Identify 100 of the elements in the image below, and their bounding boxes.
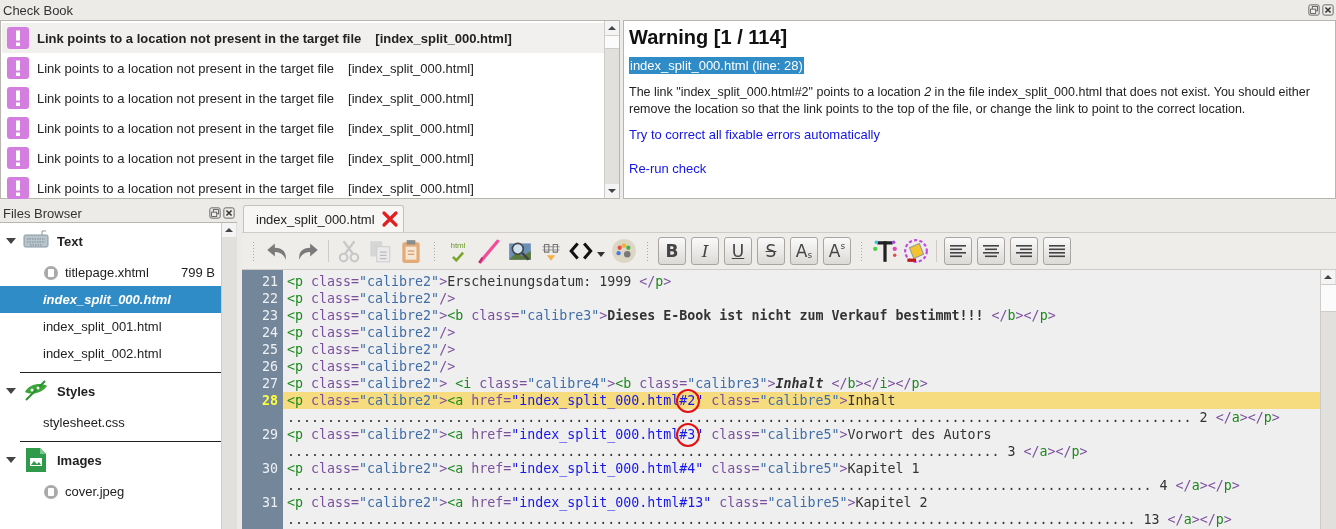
line-number: 22 — [262, 291, 278, 306]
file-row[interactable]: index_split_002.html — [0, 340, 221, 367]
exclamation-icon — [7, 147, 29, 169]
warning-row[interactable]: Link points to a location not present in the target file [index_split_000.html] — [2, 143, 604, 173]
bold-button[interactable]: B — [658, 237, 686, 265]
warning-message: Link points to a location not present in the target file — [37, 150, 335, 166]
float-button[interactable] — [1308, 4, 1320, 16]
warning-description: The link "index_split_000.html#2" points to a location 2 in the file index_split_000.html that does not exist. You should either remove the location so that the link points to the top of the file, or change the link to point to the correct location. — [629, 84, 1311, 118]
code-line: <p class="calibre2"><b class="calibre3">Dieses E-Book ist nicht zum Verkauf bestimmt!!! </b></p> — [286, 307, 1057, 324]
panel-title: Check Book — [3, 2, 74, 18]
folder-row[interactable]: Images — [0, 442, 221, 478]
scroll-up-button[interactable] — [1321, 270, 1335, 284]
editor-tab[interactable]: index_split_000.html — [243, 205, 404, 232]
code-line: <p class="calibre2"/> — [286, 358, 457, 375]
code-line: <p class="calibre2"><a href="index_split_000.html#4" class="calibre5">Kapitel 1 — [286, 460, 921, 477]
warning-row[interactable]: Link points to a location not present in the target file [index_split_000.html] — [2, 53, 604, 83]
file-name: index_split_002.html — [43, 346, 162, 361]
folder-row[interactable]: Text — [0, 223, 221, 259]
align-right-button[interactable] — [1010, 237, 1038, 265]
file-row[interactable]: cover.jpeg — [0, 478, 221, 505]
line-number: 25 — [262, 342, 278, 357]
line-number: 31 — [262, 495, 278, 510]
file-name: [index_split_000.html] — [348, 60, 474, 76]
exclamation-icon — [7, 87, 29, 109]
scrollbar-thumb[interactable] — [605, 35, 619, 49]
exclamation-icon — [7, 27, 29, 49]
code-line: .......................................................................................................... 13 </a></p> — [286, 511, 1233, 528]
warning-row[interactable]: Link points to a location not present in the target file [index_split_000.html] — [2, 83, 604, 113]
align-justify-button[interactable] — [1043, 237, 1071, 265]
line-number: 27 — [262, 376, 278, 391]
file-row[interactable]: titlepage.xhtml 799 B — [0, 259, 221, 286]
warning-message: Link points to a location not present in the target file — [37, 120, 335, 136]
palette-button[interactable] — [611, 238, 637, 264]
exclamation-icon — [7, 117, 29, 139]
code-line: <p class="calibre2"/> — [286, 341, 457, 358]
italic-button[interactable]: I — [691, 237, 719, 265]
close-button[interactable] — [223, 207, 235, 219]
folder-row[interactable]: Styles — [0, 373, 221, 409]
scrollbar-thumb[interactable] — [1321, 284, 1336, 312]
scrollbar[interactable] — [604, 21, 619, 198]
close-icon[interactable] — [380, 210, 399, 228]
subscript-button[interactable]: As — [790, 237, 818, 265]
file-name: [index_split_000.html] — [348, 90, 474, 106]
scrollbar[interactable] — [1320, 270, 1336, 529]
scroll-up-button[interactable] — [222, 223, 236, 237]
file-name: cover.jpeg — [65, 484, 125, 499]
exclamation-icon — [7, 57, 29, 79]
warning-row[interactable]: Link points to a location not present in the target file [index_split_000.html] — [2, 23, 604, 53]
align-right-icon — [1015, 244, 1033, 258]
file-name: [index_split_000.html] — [348, 150, 474, 166]
line-number: 30 — [262, 461, 278, 476]
align-left-button[interactable] — [944, 237, 972, 265]
warning-message: Link points to a location not present in the target file — [37, 30, 362, 46]
align-center-button[interactable] — [977, 237, 1005, 265]
scrollbar[interactable] — [221, 223, 237, 529]
folder-name: Images — [57, 452, 102, 468]
code-line: ................................................................................................................. 2 </a></p> — [286, 409, 1281, 426]
scroll-down-button[interactable] — [605, 184, 619, 198]
warning-message: Link points to a location not present in the target file — [37, 180, 335, 196]
close-button[interactable] — [1322, 4, 1334, 16]
fill-color-button[interactable] — [903, 238, 929, 264]
strike-button[interactable]: S — [757, 237, 785, 265]
file-row[interactable]: stylesheet.css — [0, 409, 221, 436]
warning-message: Link points to a location not present in the target file — [37, 90, 335, 106]
code-line: <p class="calibre2"> <i class="calibre4"><b class="calibre3">Inhalt </b></i></p> — [286, 375, 929, 392]
warning-row[interactable]: Link points to a location not present in the target file [index_split_000.html] — [2, 113, 604, 143]
file-name: index_split_000.html — [43, 292, 171, 307]
file-name: index_split_001.html — [43, 319, 162, 334]
file-name: [index_split_000.html] — [375, 30, 512, 46]
warning-message: Link points to a location not present in the target file — [37, 60, 335, 76]
align-center-icon — [982, 244, 1000, 258]
pen-button[interactable] — [476, 238, 502, 264]
code-line: <p class="calibre2"/> — [286, 324, 457, 341]
code-line: <p class="calibre2">Erscheinungsdatum: 1999 </p> — [286, 273, 673, 290]
action-link[interactable]: Try to correct all fixable errors automatically — [629, 127, 880, 142]
underline-button[interactable]: U — [724, 237, 752, 265]
float-button[interactable] — [209, 207, 221, 219]
line-number: 26 — [262, 359, 278, 374]
code-line: <p class="calibre2"><a href="index_split_000.html#13" class="calibre5">Kapitel 2 — [286, 494, 929, 511]
warning-row[interactable]: Link points to a location not present in the target file [index_split_000.html] — [2, 173, 604, 203]
folder-name: Styles — [57, 383, 96, 399]
file-name: titlepage.xhtml — [65, 265, 149, 280]
text-color-button[interactable] — [872, 238, 898, 264]
line-number: 21 — [262, 274, 278, 289]
file-row[interactable]: index_split_001.html — [0, 313, 221, 340]
line-number: 24 — [262, 325, 278, 340]
code-line: ......................................................................................... 3 </a></p> — [286, 443, 1089, 460]
action-link[interactable]: Re-run check — [629, 161, 707, 176]
align-justify-icon — [1048, 244, 1066, 258]
file-name: stylesheet.css — [43, 415, 125, 430]
file-name: [index_split_000.html] — [348, 120, 474, 136]
warning-heading: Warning [1 / 114] — [629, 26, 789, 49]
location-link[interactable]: index_split_000.html (line: 28) — [629, 57, 804, 74]
line-number: 23 — [262, 308, 278, 323]
scroll-up-button[interactable] — [605, 21, 619, 35]
file-row[interactable]: index_split_000.html — [0, 286, 221, 313]
code-line: <p class="calibre2"/> — [286, 290, 457, 307]
code-line: ............................................................................................................ 4 </a></p> — [286, 477, 1241, 494]
image-file-icon — [23, 447, 49, 473]
line-number: 28 — [262, 393, 278, 408]
